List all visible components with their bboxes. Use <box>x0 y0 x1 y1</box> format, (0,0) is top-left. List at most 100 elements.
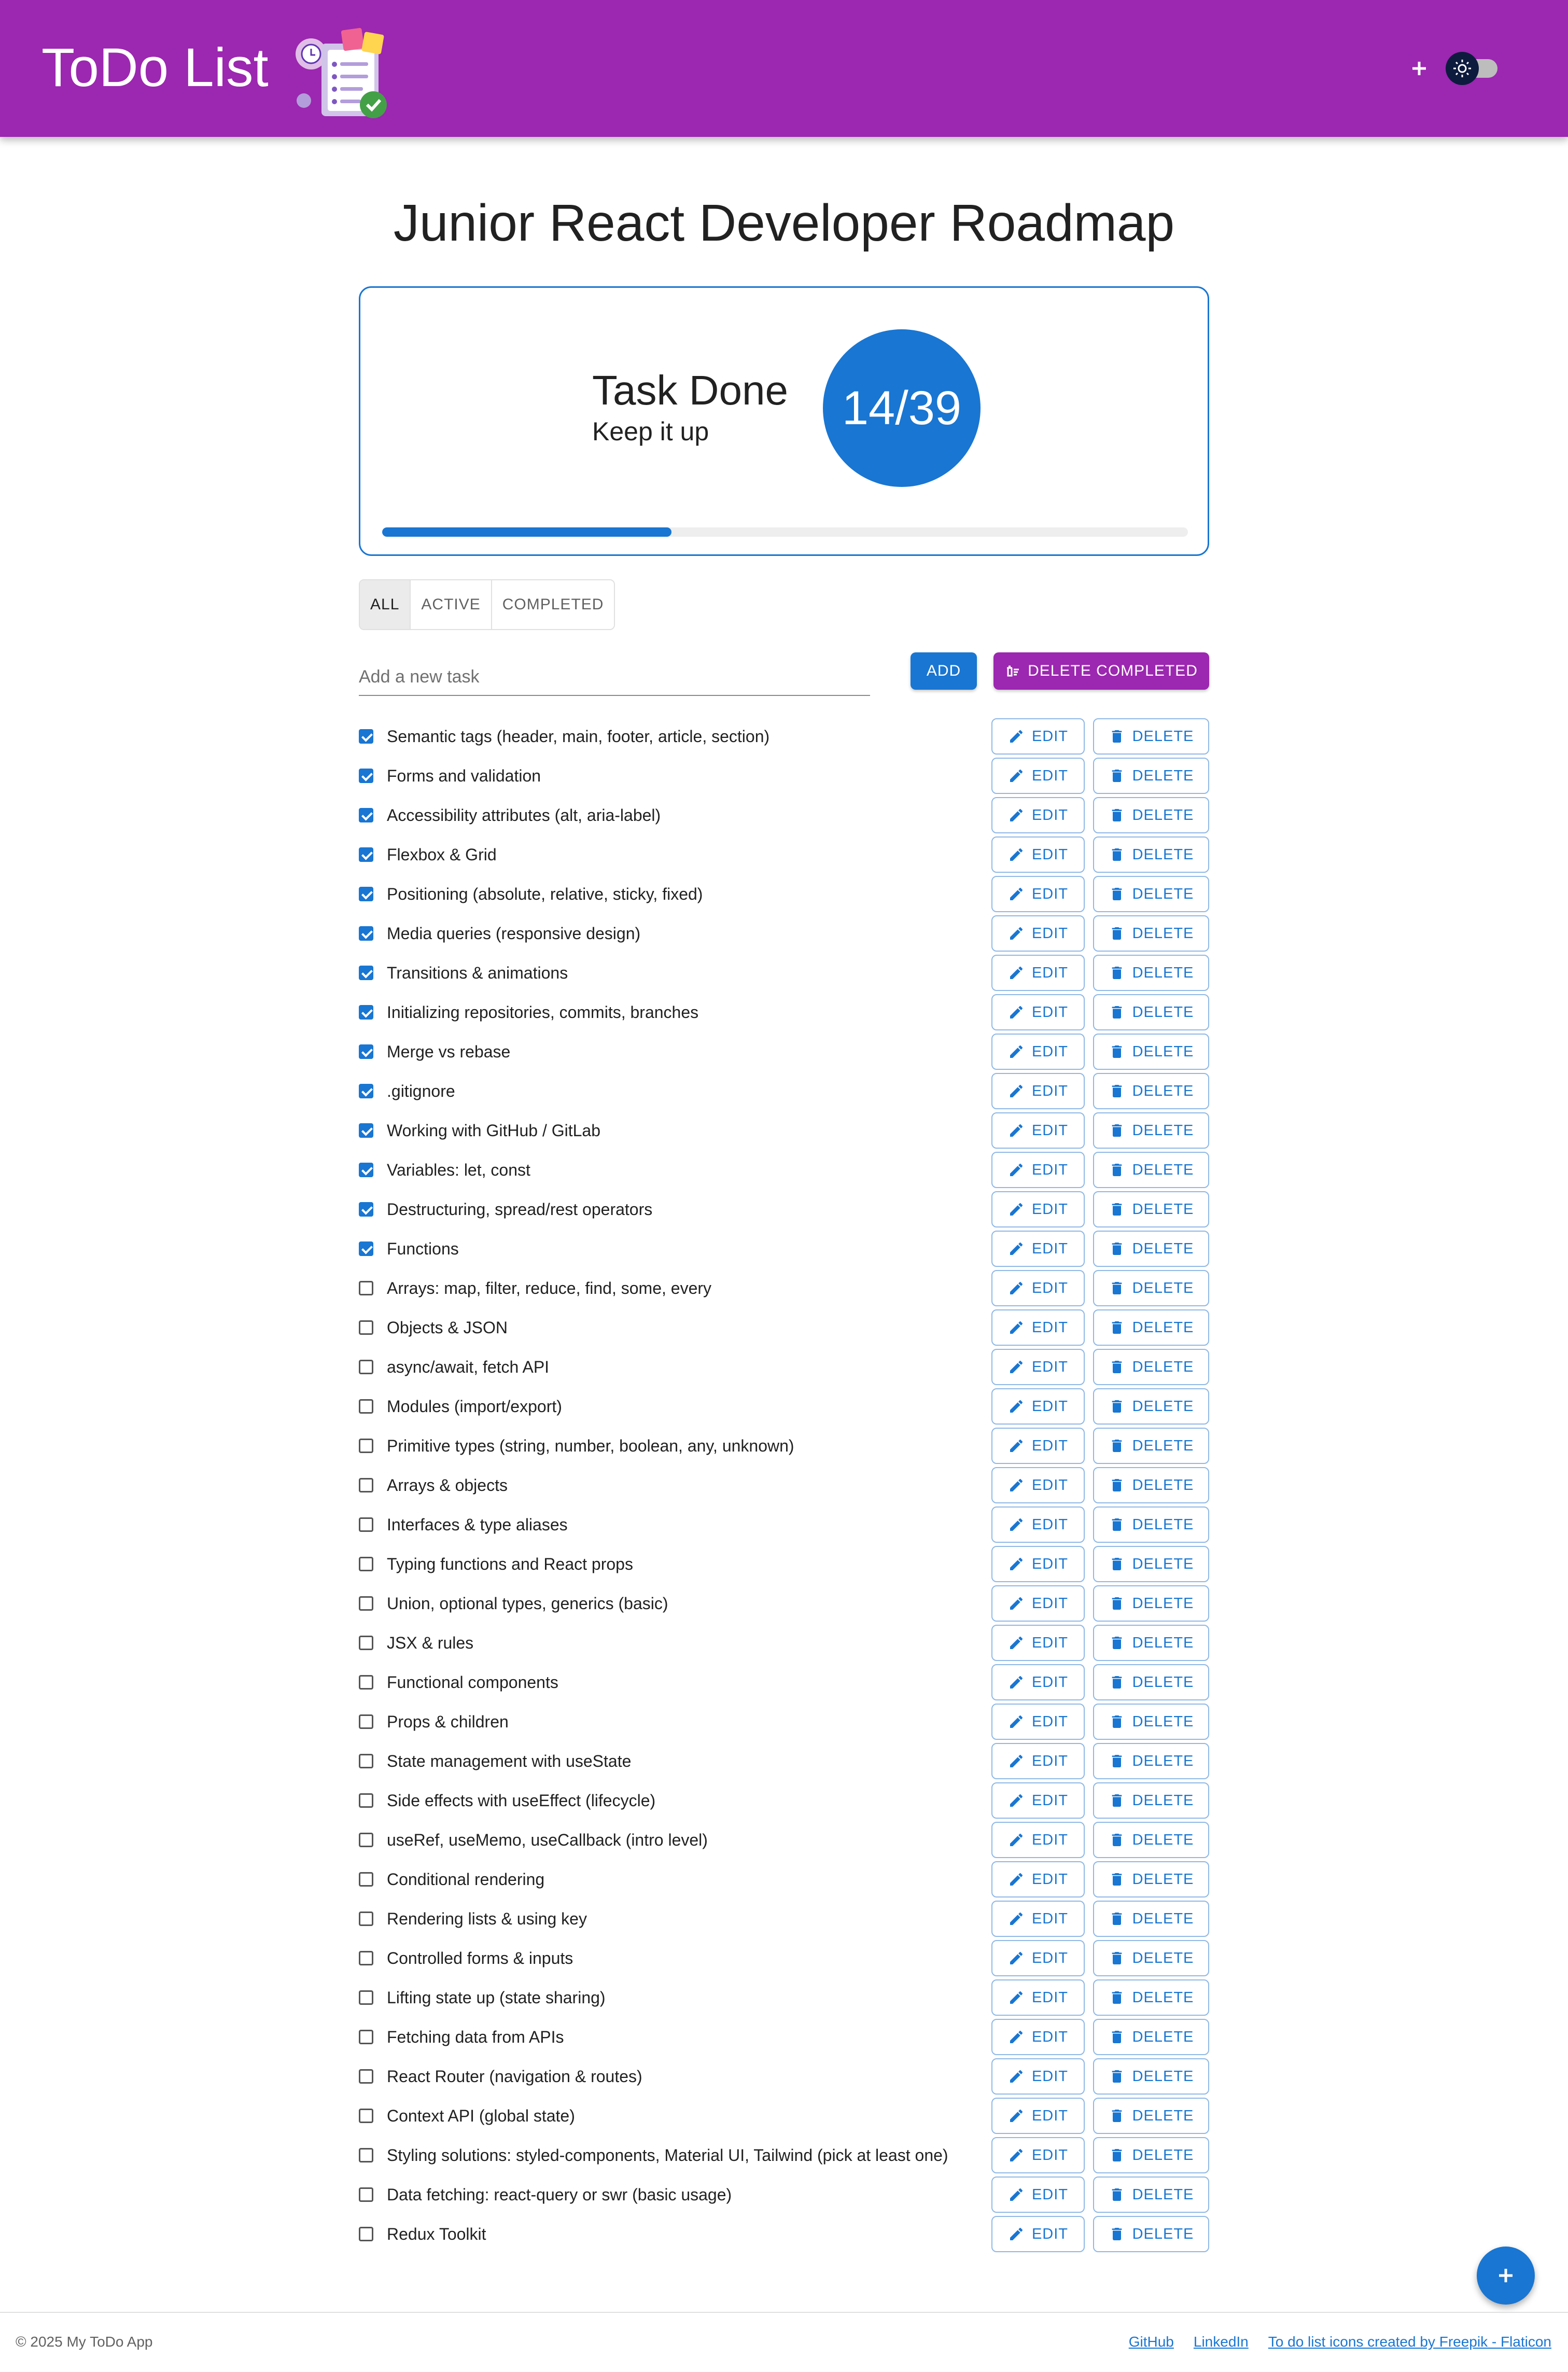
edit-task-button[interactable]: EDIT <box>991 1152 1085 1188</box>
task-checkbox[interactable] <box>359 729 373 744</box>
task-checkbox[interactable] <box>359 2187 373 2202</box>
edit-task-button[interactable]: EDIT <box>991 1231 1085 1267</box>
edit-task-button[interactable]: EDIT <box>991 1309 1085 1346</box>
edit-task-button[interactable]: EDIT <box>991 994 1085 1030</box>
delete-task-button[interactable]: DELETE <box>1093 994 1209 1030</box>
task-checkbox[interactable] <box>359 1517 373 1532</box>
delete-task-button[interactable]: DELETE <box>1093 1901 1209 1937</box>
delete-task-button[interactable]: DELETE <box>1093 1112 1209 1149</box>
delete-task-button[interactable]: DELETE <box>1093 2216 1209 2252</box>
task-checkbox[interactable] <box>359 1439 373 1453</box>
delete-task-button[interactable]: DELETE <box>1093 1191 1209 1227</box>
delete-task-button[interactable]: DELETE <box>1093 1428 1209 1464</box>
delete-task-button[interactable]: DELETE <box>1093 955 1209 991</box>
task-checkbox[interactable] <box>359 847 373 862</box>
task-checkbox[interactable] <box>359 966 373 980</box>
task-checkbox[interactable] <box>359 1241 373 1256</box>
edit-task-button[interactable]: EDIT <box>991 1073 1085 1109</box>
edit-task-button[interactable]: EDIT <box>991 1506 1085 1543</box>
delete-task-button[interactable]: DELETE <box>1093 758 1209 794</box>
edit-task-button[interactable]: EDIT <box>991 718 1085 755</box>
delete-task-button[interactable]: DELETE <box>1093 1861 1209 1897</box>
task-checkbox[interactable] <box>359 1360 373 1374</box>
edit-task-button[interactable]: EDIT <box>991 1782 1085 1819</box>
task-checkbox[interactable] <box>359 1596 373 1611</box>
delete-task-button[interactable]: DELETE <box>1093 1625 1209 1661</box>
edit-task-button[interactable]: EDIT <box>991 2216 1085 2252</box>
task-checkbox[interactable] <box>359 887 373 901</box>
delete-task-button[interactable]: DELETE <box>1093 2137 1209 2173</box>
filter-all-button[interactable]: ALL <box>360 580 411 629</box>
task-checkbox[interactable] <box>359 1951 373 1965</box>
task-checkbox[interactable] <box>359 808 373 822</box>
edit-task-button[interactable]: EDIT <box>991 758 1085 794</box>
edit-task-button[interactable]: EDIT <box>991 1585 1085 1622</box>
task-checkbox[interactable] <box>359 1281 373 1295</box>
edit-task-button[interactable]: EDIT <box>991 1428 1085 1464</box>
task-checkbox[interactable] <box>359 2109 373 2123</box>
delete-task-button[interactable]: DELETE <box>1093 1506 1209 1543</box>
delete-task-button[interactable]: DELETE <box>1093 2098 1209 2134</box>
task-checkbox[interactable] <box>359 2069 373 2084</box>
task-checkbox[interactable] <box>359 926 373 941</box>
task-checkbox[interactable] <box>359 1754 373 1768</box>
task-checkbox[interactable] <box>359 1005 373 1020</box>
delete-task-button[interactable]: DELETE <box>1093 2176 1209 2213</box>
edit-task-button[interactable]: EDIT <box>991 1034 1085 1070</box>
edit-task-button[interactable]: EDIT <box>991 1861 1085 1897</box>
task-checkbox[interactable] <box>359 1990 373 2005</box>
delete-task-button[interactable]: DELETE <box>1093 1467 1209 1503</box>
edit-task-button[interactable]: EDIT <box>991 2137 1085 2173</box>
edit-task-button[interactable]: EDIT <box>991 876 1085 912</box>
task-checkbox[interactable] <box>359 1044 373 1059</box>
task-checkbox[interactable] <box>359 1636 373 1650</box>
delete-task-button[interactable]: DELETE <box>1093 2019 1209 2055</box>
delete-task-button[interactable]: DELETE <box>1093 1073 1209 1109</box>
task-checkbox[interactable] <box>359 1123 373 1138</box>
edit-task-button[interactable]: EDIT <box>991 1940 1085 1976</box>
edit-task-button[interactable]: EDIT <box>991 1901 1085 1937</box>
task-checkbox[interactable] <box>359 1833 373 1847</box>
task-checkbox[interactable] <box>359 1793 373 1808</box>
delete-task-button[interactable]: DELETE <box>1093 836 1209 873</box>
delete-task-button[interactable]: DELETE <box>1093 1388 1209 1425</box>
edit-task-button[interactable]: EDIT <box>991 2176 1085 2213</box>
edit-task-button[interactable]: EDIT <box>991 1191 1085 1227</box>
delete-task-button[interactable]: DELETE <box>1093 1231 1209 1267</box>
delete-task-button[interactable]: DELETE <box>1093 1309 1209 1346</box>
delete-task-button[interactable]: DELETE <box>1093 797 1209 833</box>
edit-task-button[interactable]: EDIT <box>991 1743 1085 1779</box>
task-checkbox[interactable] <box>359 769 373 783</box>
task-checkbox[interactable] <box>359 1084 373 1098</box>
delete-task-button[interactable]: DELETE <box>1093 2058 1209 2095</box>
filter-active-button[interactable]: ACTIVE <box>411 580 492 629</box>
delete-task-button[interactable]: DELETE <box>1093 1664 1209 1700</box>
github-link[interactable]: GitHub <box>1129 2334 1174 2350</box>
task-checkbox[interactable] <box>359 1163 373 1177</box>
floating-add-button[interactable] <box>1477 2247 1535 2305</box>
edit-task-button[interactable]: EDIT <box>991 955 1085 991</box>
task-checkbox[interactable] <box>359 1675 373 1690</box>
task-checkbox[interactable] <box>359 2148 373 2162</box>
edit-task-button[interactable]: EDIT <box>991 1704 1085 1740</box>
edit-task-button[interactable]: EDIT <box>991 1664 1085 1700</box>
task-checkbox[interactable] <box>359 1320 373 1335</box>
edit-task-button[interactable]: EDIT <box>991 2058 1085 2095</box>
edit-task-button[interactable]: EDIT <box>991 1822 1085 1858</box>
delete-task-button[interactable]: DELETE <box>1093 1979 1209 2016</box>
delete-task-button[interactable]: DELETE <box>1093 1270 1209 1306</box>
task-checkbox[interactable] <box>359 1557 373 1571</box>
task-checkbox[interactable] <box>359 2227 373 2241</box>
task-checkbox[interactable] <box>359 1911 373 1926</box>
delete-task-button[interactable]: DELETE <box>1093 1782 1209 1819</box>
edit-task-button[interactable]: EDIT <box>991 1625 1085 1661</box>
edit-task-button[interactable]: EDIT <box>991 797 1085 833</box>
edit-task-button[interactable]: EDIT <box>991 2019 1085 2055</box>
filter-completed-button[interactable]: COMPLETED <box>492 580 614 629</box>
delete-task-button[interactable]: DELETE <box>1093 1585 1209 1622</box>
new-task-input[interactable] <box>359 659 870 695</box>
add-task-button[interactable]: ADD <box>911 652 977 690</box>
delete-task-button[interactable]: DELETE <box>1093 1704 1209 1740</box>
edit-task-button[interactable]: EDIT <box>991 1388 1085 1425</box>
flaticon-credit-link[interactable]: To do list icons created by Freepik - Fl… <box>1268 2334 1551 2350</box>
